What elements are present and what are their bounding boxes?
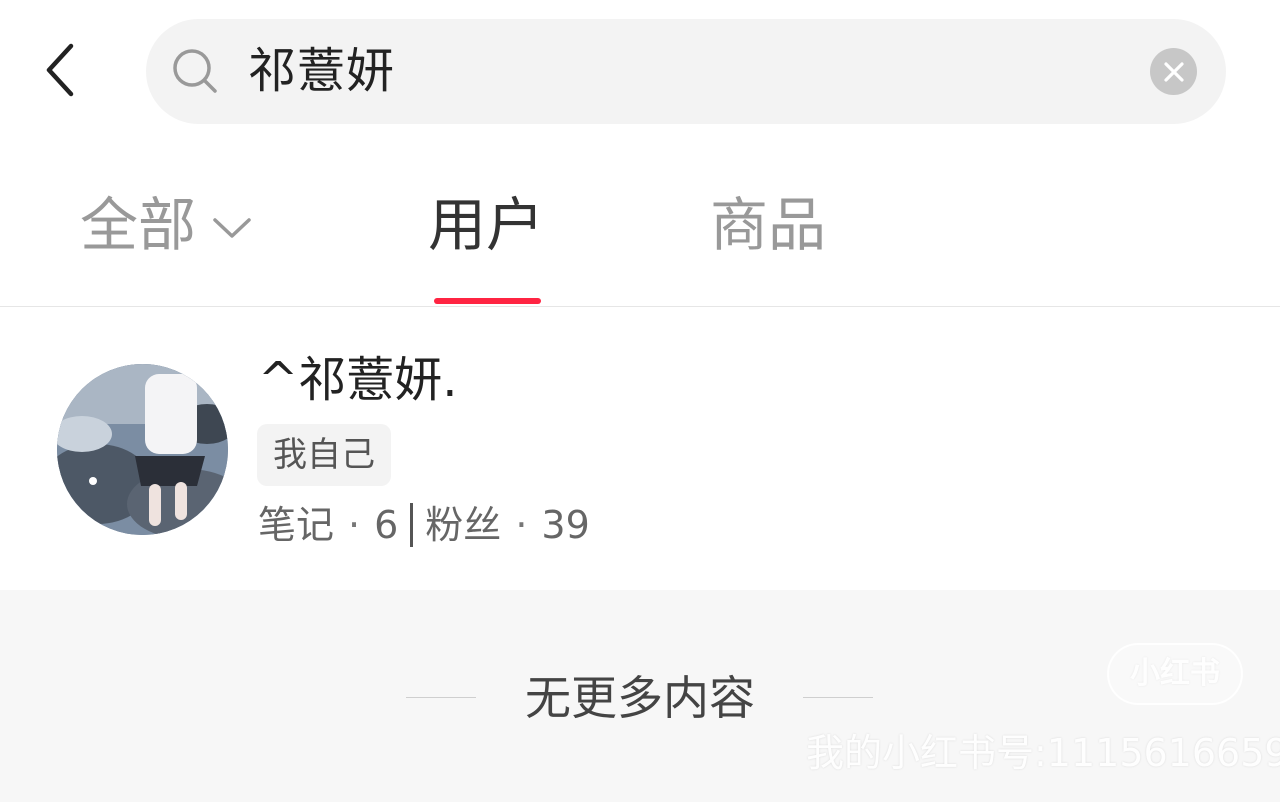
fans-count: 39 [541, 503, 590, 547]
self-badge: 我自己 [257, 424, 391, 486]
watermark-logo: 小红书 [1107, 643, 1243, 705]
divider-line [803, 697, 873, 698]
search-bar[interactable]: 祁薏妍 [146, 19, 1226, 124]
chevron-left-icon [46, 43, 74, 97]
active-tab-indicator [434, 298, 541, 304]
no-more-content-text: 无更多内容 [525, 671, 755, 725]
search-icon [173, 49, 217, 93]
search-results-page: 祁薏妍 全部 用户 商品 ^祁薏妍. 我自己 笔记 · 6 粉丝 · 39 无更… [0, 0, 1280, 802]
results-footer: 无更多内容 小红书 我的小红书号:1115616659 [0, 590, 1280, 802]
fans-label: 粉丝 [425, 503, 502, 547]
notes-label: 笔记 [258, 503, 335, 547]
back-button[interactable] [30, 38, 90, 102]
clear-search-button[interactable] [1150, 48, 1197, 95]
user-nickname: ^祁薏妍. [258, 352, 458, 408]
separator-dot: · [515, 503, 528, 547]
stats-divider [410, 503, 414, 547]
result-tabs: 全部 用户 商品 [0, 150, 1280, 307]
avatar[interactable] [57, 364, 228, 535]
avatar-image [57, 364, 228, 535]
user-stats: 笔记 · 6 粉丝 · 39 [258, 500, 590, 550]
search-input[interactable]: 祁薏妍 [248, 19, 395, 124]
close-icon [1163, 61, 1184, 82]
tab-users[interactable]: 用户 [428, 190, 544, 260]
chevron-down-icon [213, 218, 251, 238]
notes-count: 6 [374, 503, 399, 547]
watermark-account-id: 我的小红书号:1115616659 [806, 731, 1280, 775]
tab-all-label: 全部 [80, 191, 197, 259]
separator-dot: · [348, 503, 361, 547]
user-result-item[interactable]: ^祁薏妍. 我自己 笔记 · 6 粉丝 · 39 [0, 308, 1280, 590]
tab-all[interactable]: 全部 [80, 190, 252, 260]
tab-goods[interactable]: 商品 [710, 190, 826, 260]
